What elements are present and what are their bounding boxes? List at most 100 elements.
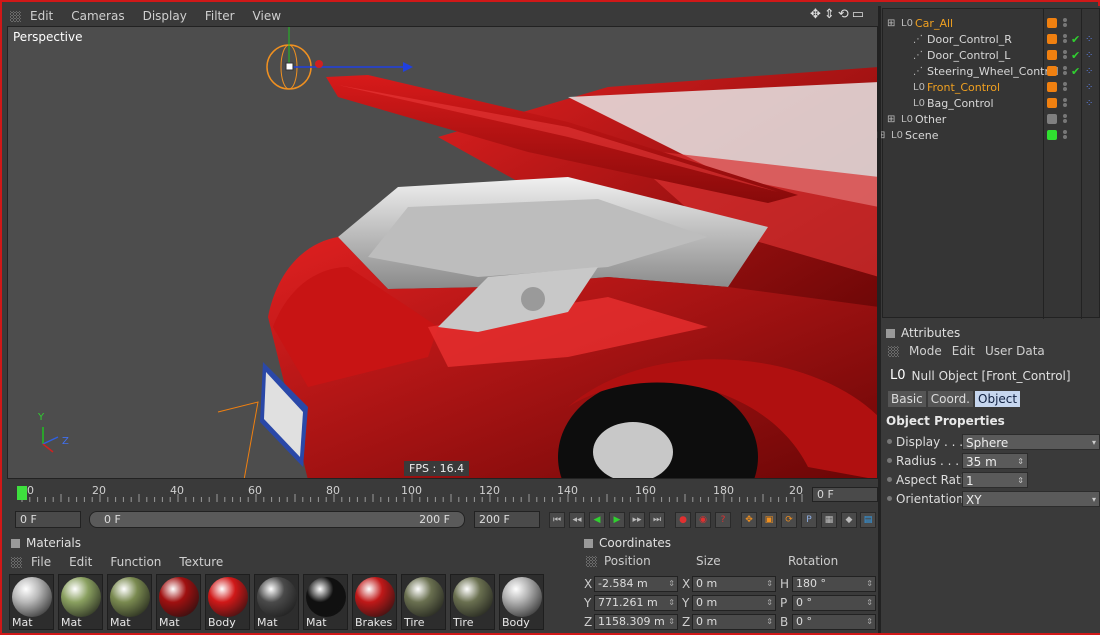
move-view-icon[interactable]: ✥ — [810, 7, 821, 22]
object-row[interactable]: ⋰ Steering_Wheel_Control ✔ ⁘ — [883, 63, 1100, 79]
object-name[interactable]: Other — [915, 113, 946, 126]
tag-icon[interactable]: ⁘ — [1085, 50, 1093, 61]
anim-dot-icon[interactable] — [887, 439, 892, 444]
rotate-view-icon[interactable]: ⟲ — [838, 7, 849, 22]
viewport-perspective[interactable]: Perspective Y Z FPS : 16.4 — [7, 26, 878, 479]
grip-icon[interactable] — [586, 556, 597, 567]
enabled-check-icon[interactable]: ✔ — [1071, 65, 1080, 78]
layer-color-tag[interactable] — [1047, 66, 1057, 76]
playhead[interactable] — [17, 486, 27, 500]
dropdown-arrow-icon[interactable]: ▾ — [1092, 492, 1096, 508]
menu-filter[interactable]: Filter — [196, 9, 244, 23]
visibility-dots-icon[interactable] — [1063, 82, 1067, 92]
expand-icon[interactable]: ⊞ — [887, 18, 895, 29]
material-swatch[interactable]: Mat — [58, 574, 103, 630]
position-field[interactable]: 1158.309 m ⇕ — [594, 614, 678, 630]
object-name[interactable]: Bag_Control — [927, 97, 994, 110]
object-name[interactable]: Door_Control_L — [927, 49, 1010, 62]
visibility-dots-icon[interactable] — [1063, 34, 1067, 44]
help-icon[interactable]: ? — [715, 512, 731, 528]
mat-menu-edit[interactable]: Edit — [60, 555, 101, 569]
tag-icon[interactable]: ⁘ — [1085, 82, 1093, 93]
key-rotate-icon[interactable]: ⟳ — [781, 512, 797, 528]
object-row[interactable]: ⋰ Door_Control_L ✔ ⁘ — [883, 47, 1100, 63]
viewport-camera-label[interactable]: Perspective — [13, 30, 83, 44]
stepper-arrows-icon[interactable]: ⇕ — [668, 596, 675, 610]
material-swatch[interactable]: Tire — [401, 574, 446, 630]
object-row[interactable]: ⊞ L0 Car_All — [883, 15, 1100, 31]
end-frame-field[interactable]: 200 F — [474, 511, 540, 528]
visibility-dots-icon[interactable] — [1063, 114, 1067, 124]
stepper-arrows-icon[interactable]: ⇕ — [766, 615, 773, 629]
object-name[interactable]: Door_Control_R — [927, 33, 1012, 46]
size-field[interactable]: 0 m ⇕ — [692, 595, 776, 611]
prev-key-icon[interactable]: ◂◂ — [569, 512, 585, 528]
material-swatch[interactable]: Body — [499, 574, 544, 630]
layer-color-tag[interactable] — [1047, 34, 1057, 44]
tab-coord[interactable]: Coord. — [927, 391, 973, 407]
menu-edit[interactable]: Edit — [21, 9, 62, 23]
material-swatch[interactable]: Mat — [107, 574, 152, 630]
layer-color-tag[interactable] — [1047, 114, 1057, 124]
key-pla-icon[interactable]: ▦ — [821, 512, 837, 528]
stepper-arrows-icon[interactable]: ⇕ — [866, 615, 873, 629]
current-frame-field[interactable]: 0 F — [812, 487, 878, 502]
stepper-arrows-icon[interactable]: ⇕ — [766, 577, 773, 591]
interp-icon[interactable]: ◆ — [841, 512, 857, 528]
rotation-field[interactable]: 180 ° ⇕ — [792, 576, 876, 592]
material-swatch[interactable]: Brakes — [352, 574, 397, 630]
range-slider[interactable]: 0 F 200 F — [89, 511, 465, 528]
anim-dot-icon[interactable] — [887, 496, 892, 501]
tab-basic[interactable]: Basic — [888, 391, 926, 407]
record-icon[interactable]: ● — [675, 512, 691, 528]
object-row[interactable]: ⋰ Door_Control_R ✔ ⁘ — [883, 31, 1100, 47]
menu-cameras[interactable]: Cameras — [62, 9, 133, 23]
property-value[interactable]: Sphere ▾ — [962, 434, 1100, 450]
size-field[interactable]: 0 m ⇕ — [692, 576, 776, 592]
enabled-check-icon[interactable]: ✔ — [1071, 33, 1080, 46]
tag-icon[interactable]: ⁘ — [1085, 66, 1093, 77]
layer-color-tag[interactable] — [1047, 18, 1057, 28]
visibility-dots-icon[interactable] — [1063, 66, 1067, 76]
key-move-icon[interactable]: ✥ — [741, 512, 757, 528]
menu-view[interactable]: View — [244, 9, 290, 23]
visibility-dots-icon[interactable] — [1063, 130, 1067, 140]
material-swatch[interactable]: Mat — [254, 574, 299, 630]
tag-icon[interactable]: ⁘ — [1085, 98, 1093, 109]
object-name[interactable]: Steering_Wheel_Control — [927, 65, 1059, 78]
property-value[interactable]: XY ▾ — [962, 491, 1100, 507]
stepper-arrows-icon[interactable]: ⇕ — [866, 577, 873, 591]
object-name[interactable]: Car_All — [915, 17, 953, 30]
layer-color-tag[interactable] — [1047, 98, 1057, 108]
grip-icon[interactable] — [11, 556, 22, 568]
maximize-view-icon[interactable]: ▭ — [852, 7, 864, 22]
material-swatch[interactable]: Mat — [156, 574, 201, 630]
timeline-ruler[interactable]: 0 20 40 60 80 100 120 140 160 180 20 — [7, 482, 804, 504]
play-forward-icon[interactable]: ▶ — [609, 512, 625, 528]
mat-menu-file[interactable]: File — [22, 555, 60, 569]
object-row[interactable]: ⊞ L0 Scene — [877, 127, 1100, 143]
layer-color-tag[interactable] — [1047, 50, 1057, 60]
next-key-icon[interactable]: ▸▸ — [629, 512, 645, 528]
position-field[interactable]: 771.261 m ⇕ — [594, 595, 678, 611]
grip-icon[interactable] — [888, 345, 899, 357]
autokey-icon[interactable]: ◉ — [695, 512, 711, 528]
go-to-start-icon[interactable]: ⏮ — [549, 512, 565, 528]
dropdown-arrow-icon[interactable]: ▾ — [1092, 435, 1096, 451]
visibility-dots-icon[interactable] — [1063, 18, 1067, 28]
stepper-arrows-icon[interactable]: ⇕ — [668, 577, 675, 591]
attr-menu-userdata[interactable]: User Data — [985, 344, 1045, 358]
splitter[interactable] — [878, 6, 881, 633]
property-value[interactable]: 1 ⇕ — [962, 472, 1028, 488]
mat-menu-texture[interactable]: Texture — [170, 555, 232, 569]
mat-menu-function[interactable]: Function — [101, 555, 170, 569]
layer-color-tag[interactable] — [1047, 82, 1057, 92]
attr-menu-mode[interactable]: Mode — [909, 344, 942, 358]
visibility-dots-icon[interactable] — [1063, 50, 1067, 60]
object-name[interactable]: Scene — [905, 129, 939, 142]
stepper-arrows-icon[interactable]: ⇕ — [1017, 454, 1024, 470]
stepper-arrows-icon[interactable]: ⇕ — [866, 596, 873, 610]
go-to-end-icon[interactable]: ⏭ — [649, 512, 665, 528]
stepper-arrows-icon[interactable]: ⇕ — [1017, 473, 1024, 489]
material-swatch[interactable]: Tire — [450, 574, 495, 630]
